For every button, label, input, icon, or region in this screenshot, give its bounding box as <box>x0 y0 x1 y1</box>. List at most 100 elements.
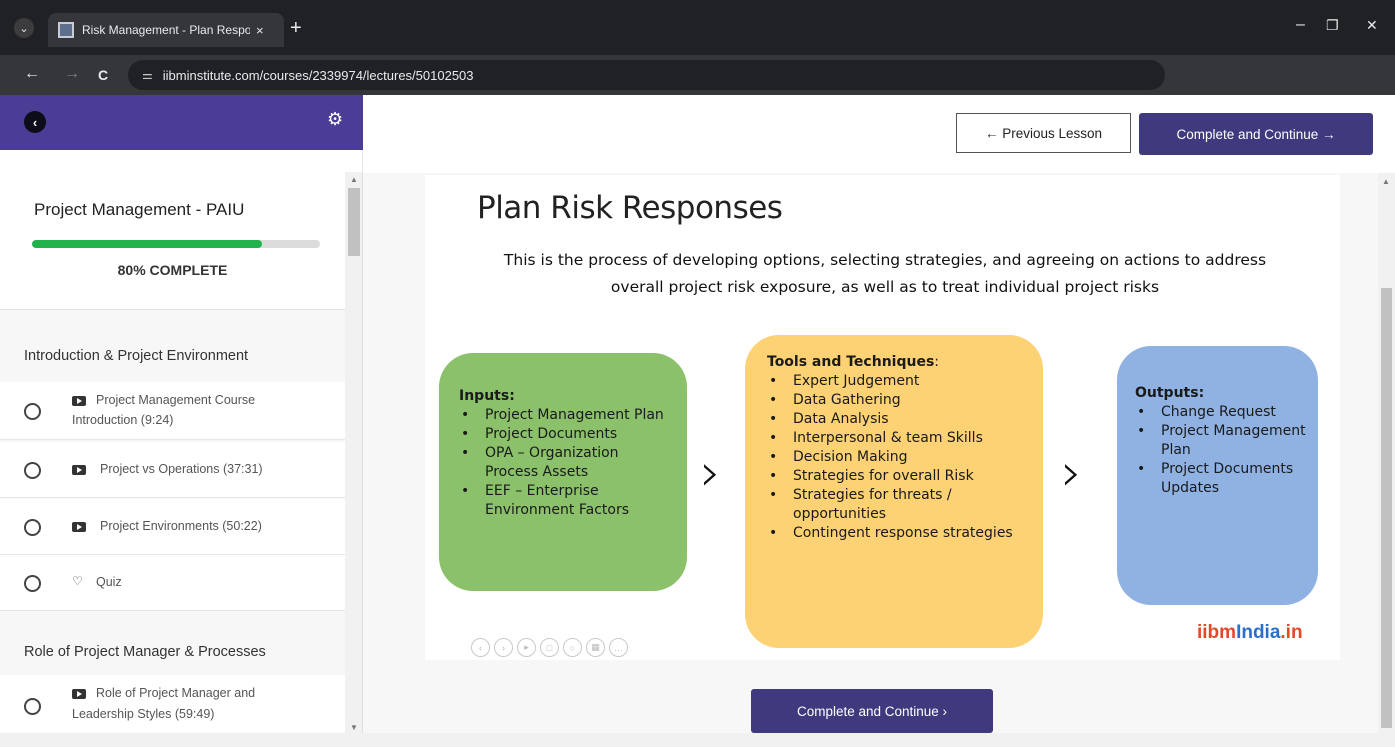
copy-icon[interactable]: □ <box>540 638 559 657</box>
slide: Plan Risk Responses This is the process … <box>425 175 1340 660</box>
inputs-item: EEF – Enterprise Environment Factors <box>459 482 671 520</box>
slide-controls: ‹ › ▸ □ ○ ▦ … <box>471 638 628 657</box>
url-text: iibminstitute.com/courses/2339974/lectur… <box>162 67 474 83</box>
inputs-heading: Inputs: <box>459 388 515 404</box>
forward-icon[interactable]: → <box>64 65 80 83</box>
close-window-icon[interactable]: ✕ <box>1366 17 1378 34</box>
tools-heading-colon: : <box>934 354 939 370</box>
scrollbar-thumb[interactable] <box>348 188 360 256</box>
slide-title: Plan Risk Responses <box>477 190 783 226</box>
course-title: Project Management - PAIU <box>34 200 245 219</box>
section-title: Introduction & Project Environment <box>24 348 249 364</box>
tools-box: Tools and Techniques: Expert Judgement D… <box>745 335 1043 648</box>
outputs-item: Project Management Plan <box>1135 422 1308 460</box>
restore-icon[interactable]: ❐ <box>1326 17 1339 34</box>
progress-bar <box>32 240 320 248</box>
grid-icon[interactable]: ▦ <box>586 638 605 657</box>
pointer-icon[interactable]: ▸ <box>517 638 536 657</box>
complete-continue-button[interactable]: Complete and Continue → <box>1139 113 1373 155</box>
lecture-title-line2: Introduction (9:24) <box>72 413 174 427</box>
tools-item: Expert Judgement <box>767 372 1029 391</box>
prev-slide-icon[interactable]: › <box>494 638 513 657</box>
tools-item: Contingent response strategies <box>767 524 1029 543</box>
back-circle-icon[interactable]: ‹ <box>24 111 46 133</box>
sidebar-spacer <box>0 150 363 172</box>
flow-arrow-icon: › <box>1061 443 1082 503</box>
scroll-up-icon[interactable]: ▲ <box>1382 177 1390 186</box>
lecture-status-radio[interactable] <box>24 698 41 715</box>
tab-title: Risk Management - Plan Respo <box>82 23 250 37</box>
slide-description-line1: This is the process of developing option… <box>503 251 1267 269</box>
lecture-title: Project vs Operations (37:31) <box>100 462 263 476</box>
tools-item: Data Gathering <box>767 391 1029 410</box>
brand-part2: India <box>1236 622 1281 643</box>
section-title: Role of Project Manager & Processes <box>24 644 266 660</box>
scrollbar-thumb[interactable] <box>1381 288 1392 728</box>
lecture-title-line1: Project Management Course <box>96 393 256 407</box>
favicon-icon <box>58 22 74 38</box>
outputs-box: Outputs: Change Request Project Manageme… <box>1117 346 1318 605</box>
content-scrollbar[interactable]: ▲ <box>1378 173 1395 733</box>
video-icon <box>72 396 86 406</box>
reload-icon[interactable]: C <box>98 67 108 83</box>
first-slide-icon[interactable]: ‹ <box>471 638 490 657</box>
tab-search-icon[interactable]: ⌄ <box>14 18 34 38</box>
previous-lesson-button[interactable]: ← Previous Lesson <box>956 113 1131 153</box>
video-icon <box>72 522 86 532</box>
slide-description: This is the process of developing option… <box>455 247 1315 301</box>
lecture-item[interactable]: Project vs Operations (37:31) <box>0 442 345 498</box>
inputs-item: Project Management Plan <box>459 406 671 425</box>
outputs-item: Change Request <box>1135 403 1308 422</box>
tools-heading-wrap: Tools and Techniques: <box>767 353 1029 372</box>
tools-item: Strategies for threats / opportunities <box>767 486 1029 524</box>
tools-item: Decision Making <box>767 448 1029 467</box>
progress-label: 80% COMPLETE <box>117 262 228 278</box>
lecture-status-radio[interactable] <box>24 575 41 592</box>
browser-tab-bar: ⌄ Risk Management - Plan Respo × + – ❐ ✕ <box>0 0 1395 55</box>
tools-item: Data Analysis <box>767 410 1029 429</box>
lecture-title-line2: Leadership Styles (59:49) <box>72 707 215 721</box>
scroll-down-icon[interactable]: ▼ <box>350 723 358 732</box>
flow-arrow-icon: › <box>700 443 721 503</box>
url-bar[interactable]: ⚌ iibminstitute.com/courses/2339974/lect… <box>128 60 1165 90</box>
lecture-item[interactable]: Role of Project Manager and Leadership S… <box>0 675 345 737</box>
outputs-list: Change Request Project Management Plan P… <box>1135 403 1308 498</box>
inputs-item: OPA – Organization Process Assets <box>459 444 671 482</box>
scroll-up-icon[interactable]: ▲ <box>350 175 358 184</box>
lecture-title-line1: Role of Project Manager and <box>96 686 256 700</box>
divider <box>0 309 345 310</box>
outputs-item: Project Documents Updates <box>1135 460 1308 498</box>
lecture-status-radio[interactable] <box>24 519 41 536</box>
lesson-content: Plan Risk Responses This is the process … <box>363 173 1378 733</box>
brand-part1: iibm <box>1197 622 1237 643</box>
sidebar-scrollbar[interactable]: ▲ ▼ <box>345 172 363 737</box>
course-progress-card: Project Management - PAIU 80% COMPLETE <box>0 172 345 309</box>
site-info-icon[interactable]: ⚌ <box>142 68 153 82</box>
more-icon[interactable]: … <box>609 638 628 657</box>
lecture-item[interactable]: Project Environments (50:22) <box>0 499 345 555</box>
tab-close-icon[interactable]: × <box>256 23 264 38</box>
lesson-top-nav: ← Previous Lesson Complete and Continue … <box>363 95 1395 173</box>
browser-tab[interactable]: Risk Management - Plan Respo × <box>48 13 284 47</box>
horizontal-scrollbar[interactable] <box>0 733 1395 747</box>
back-icon[interactable]: ← <box>24 65 40 83</box>
lecture-title: Quiz <box>96 575 122 589</box>
new-tab-icon[interactable]: + <box>290 18 302 38</box>
slide-description-line2: overall project risk exposure, as well a… <box>610 278 1160 296</box>
zoom-icon[interactable]: ○ <box>563 638 582 657</box>
outputs-heading: Outputs: <box>1135 385 1205 401</box>
tools-item: Strategies for overall Risk <box>767 467 1029 486</box>
lecture-item[interactable]: ♡ Quiz <box>0 555 345 611</box>
sidebar-header: ‹ ⚙ <box>0 95 363 150</box>
lecture-item[interactable]: Project Management Course Introduction (… <box>0 382 345 440</box>
quiz-icon: ♡ <box>72 574 83 588</box>
tools-item: Interpersonal & team Skills <box>767 429 1029 448</box>
lecture-title: Project Environments (50:22) <box>100 519 262 533</box>
lecture-status-radio[interactable] <box>24 462 41 479</box>
gear-icon[interactable]: ⚙ <box>327 109 343 130</box>
lecture-status-radio[interactable] <box>24 403 41 420</box>
inputs-item: Project Documents <box>459 425 671 444</box>
bottom-complete-continue-button[interactable]: Complete and Continue › <box>751 689 993 733</box>
minimize-icon[interactable]: – <box>1296 16 1305 34</box>
address-bar-row: ← → C ⚌ iibminstitute.com/courses/233997… <box>0 55 1395 95</box>
